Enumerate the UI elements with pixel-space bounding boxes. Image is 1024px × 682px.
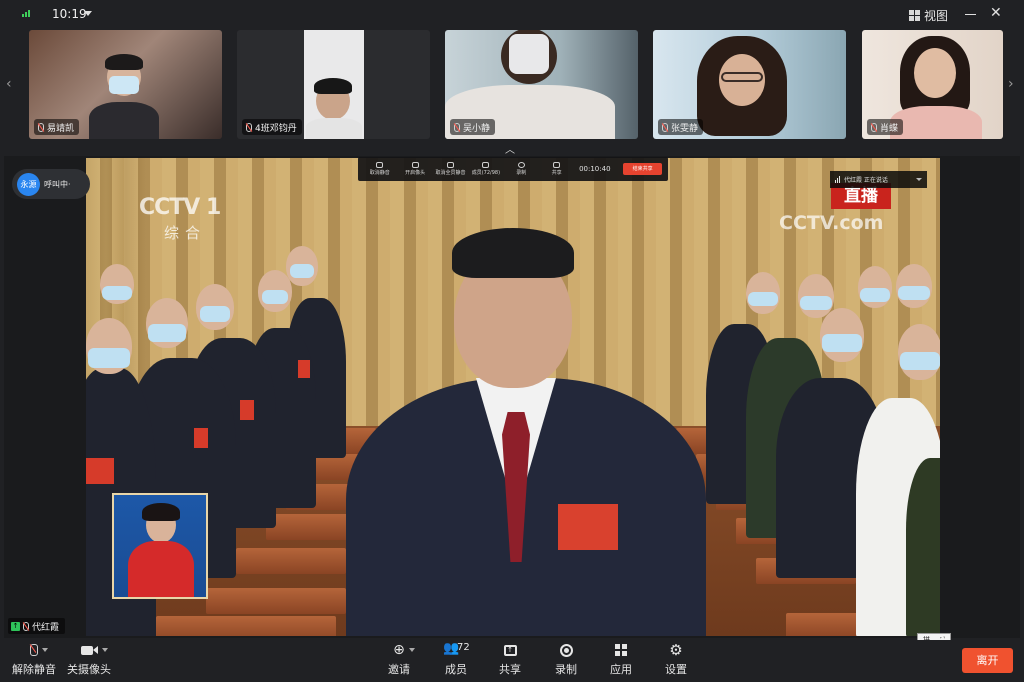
participant-name: 4班邓钧丹 <box>255 123 297 134</box>
unmute-label: 解除静音 <box>12 663 56 676</box>
avatar: 永源 <box>17 172 40 196</box>
participant-nametag: 4班邓钧丹 <box>242 119 302 135</box>
mic-muted-icon <box>662 122 668 132</box>
sb-members-button[interactable]: 成员(72/98) <box>470 162 501 176</box>
camera-icon <box>411 162 419 168</box>
invite-label: 邀请 <box>388 663 410 676</box>
mic-muted-icon <box>871 122 877 132</box>
meeting-window: 10:19 视图 ✕ ‹ 易靖凯 4班邓钧丹 吴小静 张雯静 肖蝶 › ︿ CC… <box>0 0 1024 682</box>
camera-button[interactable]: 关摄像头 <box>67 642 111 677</box>
share-button[interactable]: ↑ 共享 <box>499 642 521 677</box>
share-elapsed-time: 00:10:40 <box>579 165 611 173</box>
mic-muted-icon <box>454 122 460 132</box>
cctv-channel-logo: CCTV 1 <box>139 195 221 220</box>
speaking-label: 代红霞 正在说话 <box>844 177 888 184</box>
chevron-down-icon <box>916 178 922 181</box>
record-label: 录制 <box>555 663 577 676</box>
leave-button[interactable]: 离开 <box>962 648 1013 673</box>
participant-nametag: 肖蝶 <box>867 119 904 135</box>
calling-label: 呼叫中· <box>44 179 71 189</box>
users-icon: 👥 72 <box>443 641 470 656</box>
strip-prev-icon[interactable]: ‹ <box>6 76 12 92</box>
participant-name: 肖蝶 <box>880 123 899 134</box>
close-button[interactable]: ✕ <box>990 6 1002 20</box>
apps-grid-icon <box>615 642 627 658</box>
share-screen-icon: ↑ <box>503 642 517 658</box>
participant-name: 易靖凯 <box>47 123 75 134</box>
apps-button[interactable]: 应用 <box>610 642 632 677</box>
unmute-button[interactable]: 解除静音 <box>12 642 56 677</box>
participant-nametag: 吴小静 <box>450 119 496 135</box>
sb-unmute-all-button[interactable]: 取消全员静音 <box>435 162 466 176</box>
bottom-toolbar: 解除静音 关摄像头 ⊕ 邀请 👥 72 成员 ↑ 共享 录制 应用 ⚙ 设置 <box>0 640 1024 682</box>
grid-view-icon <box>909 10 920 21</box>
users-icon <box>482 162 490 168</box>
stop-share-button[interactable]: 结束共享 <box>623 163 663 175</box>
signal-icon <box>22 10 30 17</box>
record-icon <box>559 642 573 658</box>
camera-icon <box>80 642 108 658</box>
self-nametag: ↑ 代红霞 <box>8 618 66 634</box>
participant-tile[interactable]: 4班邓钧丹 <box>237 30 430 139</box>
self-name: 代红霞 <box>32 622 60 633</box>
sign-language-inset <box>112 493 208 599</box>
participant-tile[interactable]: 吴小静 <box>445 30 638 139</box>
apps-label: 应用 <box>610 663 632 676</box>
cctv-watermark: CCTV.com <box>779 212 884 234</box>
participant-strip: ‹ 易靖凯 4班邓钧丹 吴小静 张雯静 肖蝶 › <box>0 28 1024 140</box>
participant-nametag: 张雯静 <box>658 119 704 135</box>
add-user-icon: ⊕ <box>393 642 415 658</box>
settings-label: 设置 <box>665 663 687 676</box>
participant-tile[interactable]: 易靖凯 <box>29 30 222 139</box>
participant-tile[interactable]: 张雯静 <box>653 30 846 139</box>
mic-muted-icon <box>38 122 44 132</box>
participant-tile[interactable]: 肖蝶 <box>862 30 1003 139</box>
view-button-label: 视图 <box>924 9 949 23</box>
share-control-bar: 取消静音 开启像头 取消全员静音 成员(72/98) 录制 共享 00:10:4… <box>358 157 668 181</box>
minimize-button[interactable] <box>965 14 976 15</box>
participant-nametag: 易靖凯 <box>34 119 80 135</box>
mic-muted-icon <box>23 621 29 631</box>
share-label: 共享 <box>499 663 521 676</box>
record-button[interactable]: 录制 <box>555 642 577 677</box>
network-status-icon: ↑ <box>11 621 20 631</box>
collapse-strip-icon[interactable]: ︿ <box>505 141 515 156</box>
participant-name: 吴小静 <box>463 123 491 134</box>
sb-record-button[interactable]: 录制 <box>506 162 537 176</box>
mic-muted-icon <box>30 642 48 658</box>
sb-unmute-button[interactable]: 取消静音 <box>364 162 395 176</box>
invite-button[interactable]: ⊕ 邀请 <box>388 642 415 677</box>
record-icon <box>517 162 525 168</box>
members-count: 72 <box>457 642 470 653</box>
title-bar: 10:19 视图 ✕ <box>0 0 1024 28</box>
gear-icon: ⚙ <box>669 641 683 659</box>
share-screen-icon <box>553 162 561 168</box>
members-button[interactable]: 👥 72 成员 <box>443 641 470 677</box>
users-mic-icon <box>446 162 454 168</box>
calling-pill[interactable]: 永源 呼叫中· <box>12 169 90 199</box>
members-label: 成员 <box>445 663 467 676</box>
speaking-indicator[interactable]: 代红霞 正在说话 <box>830 171 927 188</box>
camera-label: 关摄像头 <box>67 663 111 676</box>
audio-level-icon <box>835 176 840 183</box>
mic-muted-icon <box>246 122 252 132</box>
cctv-channel-name: 综合 <box>164 224 207 242</box>
participant-name: 张雯静 <box>671 123 699 134</box>
settings-button[interactable]: ⚙ 设置 <box>665 641 687 677</box>
time-dropdown-icon[interactable] <box>84 11 92 16</box>
meeting-time: 10:19 <box>52 7 87 21</box>
sb-camera-button[interactable]: 开启像头 <box>399 162 430 176</box>
strip-next-icon[interactable]: › <box>1008 76 1014 92</box>
sb-share-button[interactable]: 共享 <box>541 162 572 176</box>
mic-icon <box>376 162 384 168</box>
view-button[interactable]: 视图 <box>909 7 948 24</box>
